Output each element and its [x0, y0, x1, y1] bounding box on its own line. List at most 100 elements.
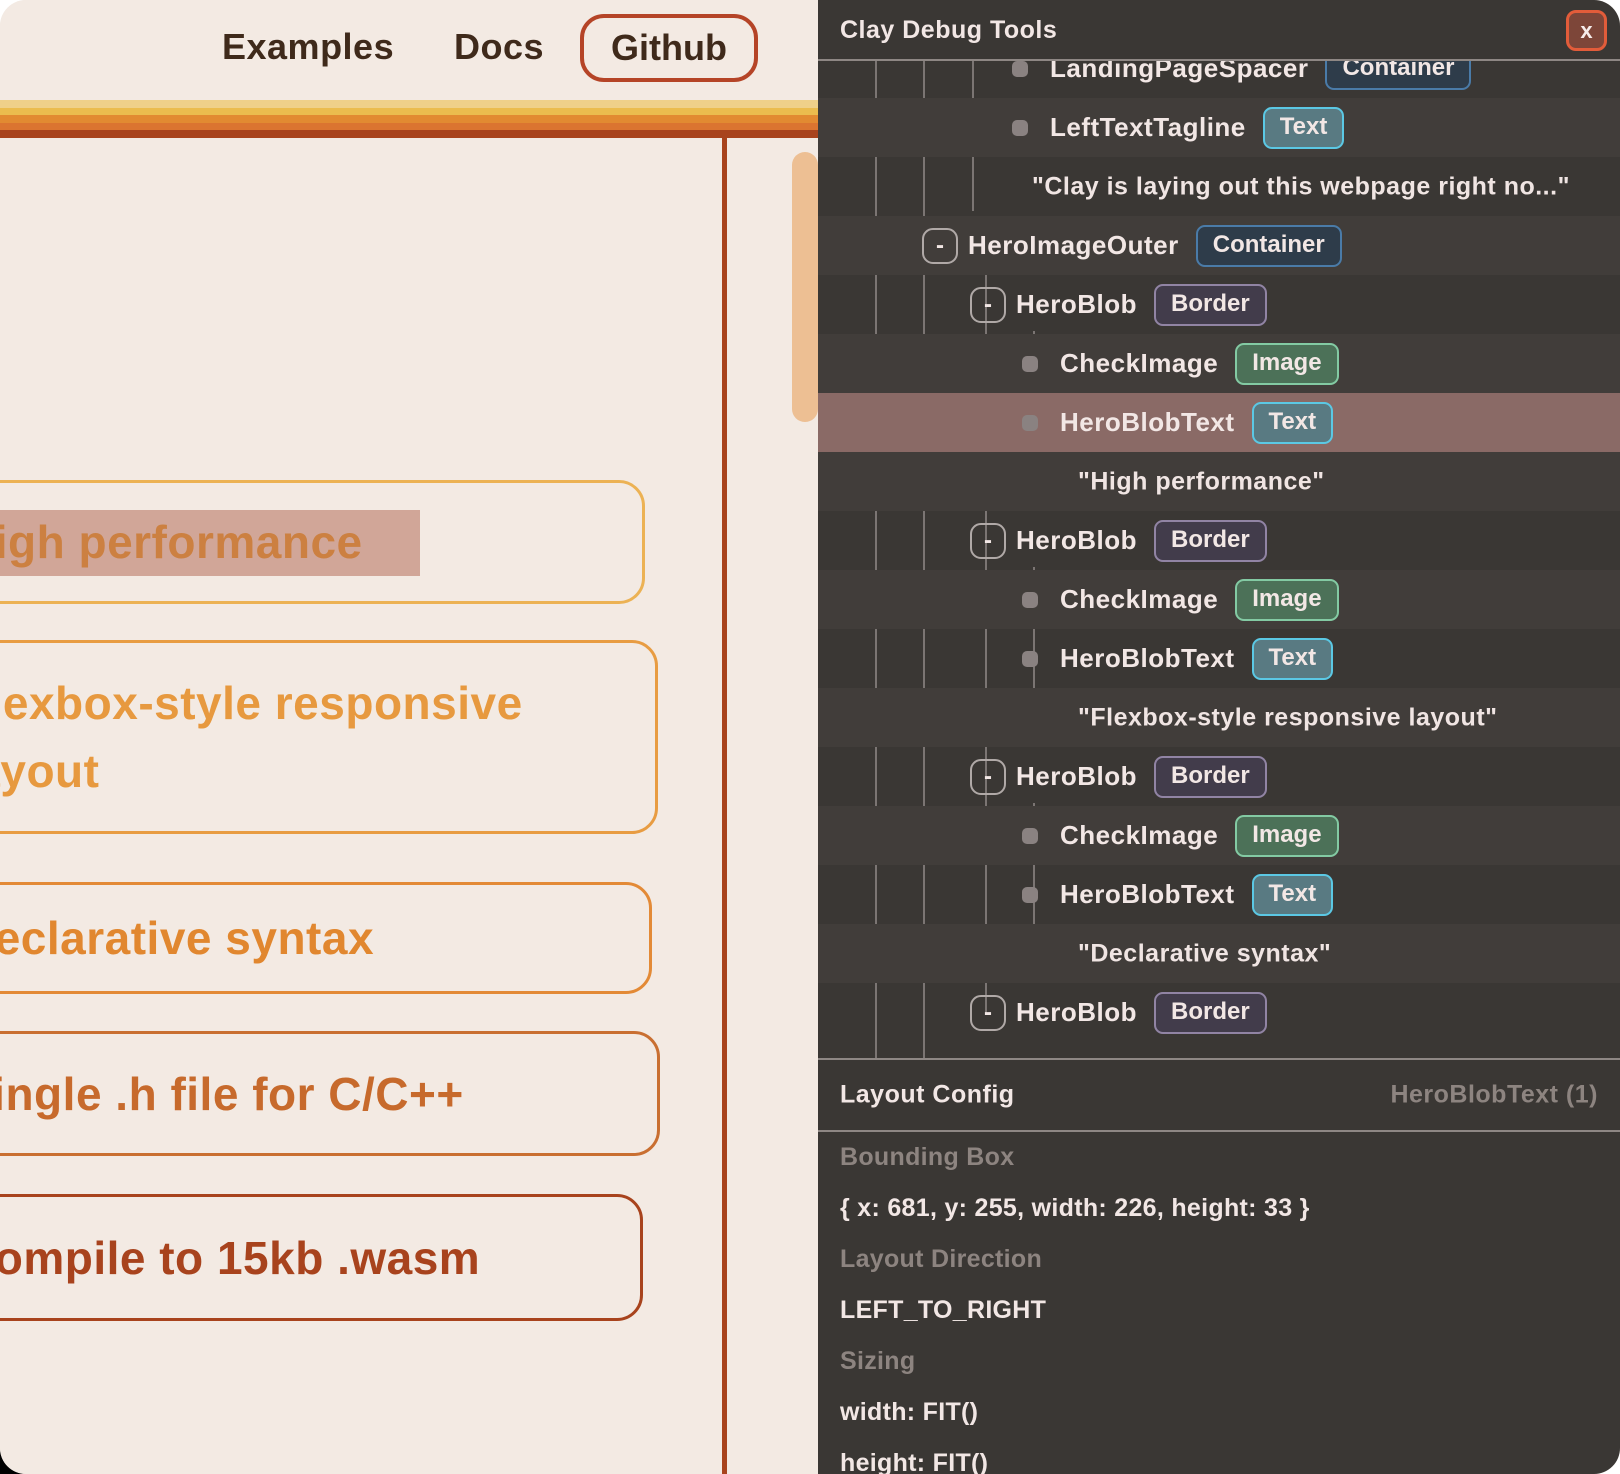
tree-element-row[interactable]: -HeroBlobBorder	[818, 275, 1620, 334]
element-name: HeroImageOuter	[968, 230, 1179, 261]
feature-box: Single .h file for C/C++	[0, 1031, 660, 1156]
feature-label: Single .h file for C/C++	[0, 1060, 464, 1128]
feature-label: High performance	[0, 508, 363, 576]
element-name: LeftTextTagline	[1050, 112, 1246, 143]
element-tree: LandingPageSpacer Container LeftTextTaglin…	[818, 61, 1620, 1058]
nav-link-docs[interactable]: Docs	[454, 26, 544, 68]
element-label-group: LandingPageSpacer Container	[1050, 61, 1471, 90]
tree-element-row[interactable]: CheckImage Image	[818, 334, 1620, 393]
element-type-badge: Container	[1325, 61, 1471, 90]
tree-element-row[interactable]: LeftTextTaglineText	[818, 98, 1620, 157]
text-content-preview: "High performance"	[1078, 467, 1325, 496]
element-name: CheckImage	[1060, 820, 1218, 851]
text-content-preview: "Declarative syntax"	[1078, 939, 1331, 968]
app-window: Examples Docs Github High performance Fle…	[0, 0, 1620, 1474]
debug-panel-header: Clay Debug Tools x	[818, 0, 1620, 61]
collapse-button[interactable]: -	[970, 523, 1006, 559]
element-name: CheckImage	[1060, 348, 1218, 379]
element-name: HeroBlobText	[1060, 879, 1235, 910]
selected-element-label: HeroBlobText (1)	[1390, 1081, 1598, 1110]
element-label-group: CheckImage Image	[1060, 343, 1339, 385]
tree-element-row[interactable]: HeroBlobText Text	[818, 393, 1620, 452]
feature-label: Flexbox-style responsive layout	[0, 669, 581, 805]
tree-element-row[interactable]: -HeroImageOuter Container	[818, 216, 1620, 275]
leaf-bullet-icon	[1022, 356, 1038, 372]
element-name: HeroBlobText	[1060, 407, 1235, 438]
config-field-label: Bounding Box	[818, 1132, 1620, 1183]
tree-text-row[interactable]: "Clay is laying out this webpage right n…	[818, 157, 1620, 216]
tree-text-row[interactable]: "High performance"	[818, 452, 1620, 511]
element-label-group: HeroImageOuter Container	[968, 225, 1342, 267]
feature-label: Declarative syntax	[0, 904, 374, 972]
element-type-badge: Border	[1154, 520, 1267, 562]
tree-element-row[interactable]: LandingPageSpacer Container	[818, 61, 1620, 98]
tree-element-row[interactable]: CheckImage Image	[818, 806, 1620, 865]
element-label-group: HeroBlob Border	[1016, 992, 1267, 1034]
feature-box: High performance	[0, 480, 645, 604]
tree-text-row[interactable]: "Flexbox-style responsive layout"	[818, 688, 1620, 747]
element-name: LandingPageSpacer	[1050, 61, 1308, 84]
github-button[interactable]: Github	[580, 14, 758, 82]
element-type-badge: Text	[1252, 638, 1334, 680]
element-label-group: HeroBlobText Text	[1060, 638, 1333, 680]
tree-element-row[interactable]: -HeroBlob Border	[818, 983, 1620, 1042]
element-type-badge: Border	[1154, 756, 1267, 798]
element-label-group: HeroBlob Border	[1016, 520, 1267, 562]
layout-config-title: Layout Config	[840, 1081, 1015, 1110]
tree-text-row[interactable]: "Declarative syntax"	[818, 924, 1620, 983]
nav-link-examples[interactable]: Examples	[222, 26, 394, 68]
element-name: HeroBlob	[1016, 997, 1137, 1028]
element-label-group: HeroBlobText Text	[1060, 874, 1333, 916]
leaf-bullet-icon	[1022, 651, 1038, 667]
text-content-preview: "Clay is laying out this webpage right n…	[1032, 172, 1570, 201]
clay-debug-panel: Clay Debug Tools x LandingPageSpacer Cont…	[818, 0, 1620, 1474]
config-field-label: Layout Direction	[818, 1234, 1620, 1285]
element-label-group: CheckImage Image	[1060, 579, 1339, 621]
element-label-group: HeroBlob Border	[1016, 756, 1267, 798]
element-type-badge: Text	[1252, 402, 1334, 444]
tree-element-row[interactable]: HeroBlobText Text	[818, 865, 1620, 924]
element-name: HeroBlob	[1016, 289, 1137, 320]
element-type-badge: Container	[1196, 225, 1342, 267]
text-content-preview: "Flexbox-style responsive layout"	[1078, 703, 1498, 732]
collapse-button[interactable]: -	[970, 287, 1006, 323]
collapse-button[interactable]: -	[970, 995, 1006, 1031]
page-vertical-divider	[722, 138, 727, 1474]
tree-element-row[interactable]: CheckImage Image	[818, 570, 1620, 629]
element-name: HeroBlob	[1016, 525, 1137, 556]
leaf-bullet-icon	[1012, 61, 1028, 77]
element-name: CheckImage	[1060, 584, 1218, 615]
element-name: HeroBlob	[1016, 761, 1137, 792]
tree-element-row[interactable]: -HeroBlob Border	[818, 511, 1620, 570]
element-type-badge: Image	[1235, 579, 1338, 621]
element-type-badge: Image	[1235, 815, 1338, 857]
debug-panel-title: Clay Debug Tools	[840, 16, 1057, 45]
element-label-group: HeroBlobBorder	[1016, 284, 1267, 326]
element-name: HeroBlobText	[1060, 643, 1235, 674]
feature-box: Declarative syntax	[0, 882, 652, 994]
leaf-bullet-icon	[1022, 592, 1038, 608]
layout-config-body: Bounding Box{ x: 681, y: 255, width: 226…	[818, 1132, 1620, 1474]
layout-config-header: Layout Config HeroBlobText (1)	[818, 1060, 1620, 1130]
leaf-bullet-icon	[1012, 120, 1028, 136]
element-label-group: HeroBlobText Text	[1060, 402, 1333, 444]
element-type-badge: Image	[1235, 343, 1338, 385]
feature-box: Flexbox-style responsive layout	[0, 640, 658, 834]
collapse-button[interactable]: -	[970, 759, 1006, 795]
config-field-value: width: FIT()	[818, 1387, 1620, 1438]
tree-element-row[interactable]: HeroBlobText Text	[818, 629, 1620, 688]
element-label-group: LeftTextTaglineText	[1050, 107, 1344, 149]
config-field-label: Sizing	[818, 1336, 1620, 1387]
element-type-badge: Text	[1252, 874, 1334, 916]
leaf-bullet-icon	[1022, 828, 1038, 844]
tree-element-row[interactable]: -HeroBlob Border	[818, 747, 1620, 806]
config-field-value: LEFT_TO_RIGHT	[818, 1285, 1620, 1336]
feature-box: Compile to 15kb .wasm	[0, 1194, 643, 1321]
page-scrollbar-thumb[interactable]	[792, 152, 818, 422]
element-label-group: CheckImage Image	[1060, 815, 1339, 857]
collapse-button[interactable]: -	[922, 228, 958, 264]
screenshot-stage: Examples Docs Github High performance Fle…	[0, 0, 1620, 1474]
element-type-badge: Border	[1154, 992, 1267, 1034]
leaf-bullet-icon	[1022, 415, 1038, 431]
close-button[interactable]: x	[1566, 10, 1607, 51]
